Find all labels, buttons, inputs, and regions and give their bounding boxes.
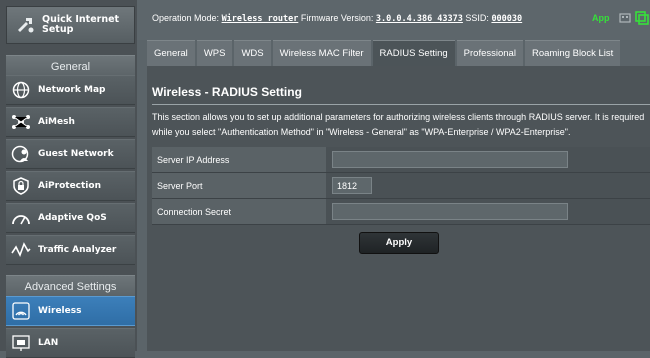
ssid-link[interactable]: 000030: [491, 14, 522, 24]
tab-wds[interactable]: WDS: [234, 40, 271, 66]
sidebar: Quick Internet Setup General Network Map…: [0, 0, 137, 358]
tab-bar: General WPS WDS Wireless MAC Filter RADI…: [147, 40, 622, 66]
tab-general[interactable]: General: [147, 40, 195, 66]
nav-label: AiProtection: [38, 181, 101, 191]
nav-aimesh[interactable]: AiMesh: [6, 107, 135, 137]
speedometer-icon: [11, 208, 31, 228]
page-title: Wireless - RADIUS Setting: [152, 85, 302, 99]
server-port-field[interactable]: [332, 177, 372, 194]
aimesh-icon: [11, 112, 31, 132]
lan-icon: [11, 333, 31, 353]
tab-radius-setting[interactable]: RADIUS Setting: [372, 40, 455, 66]
nav-aiprotection[interactable]: AiProtection: [6, 171, 135, 201]
copy-icon[interactable]: [635, 11, 649, 30]
quick-internet-setup-button[interactable]: Quick Internet Setup: [6, 6, 135, 44]
tab-professional[interactable]: Professional: [456, 40, 523, 66]
server-ip-label: Server IP Address: [152, 147, 326, 172]
radius-settings-panel: Wireless - RADIUS Setting This section a…: [147, 66, 650, 351]
traffic-analyzer-icon: [11, 240, 31, 260]
table-row: Server Port: [152, 173, 650, 199]
nav-label: Traffic Analyzer: [38, 245, 117, 255]
usb-icon[interactable]: [618, 11, 632, 30]
lock-shield-icon: [11, 176, 31, 196]
tab-wireless-mac-filter[interactable]: Wireless MAC Filter: [272, 40, 371, 66]
nav-network-map[interactable]: Network Map: [6, 75, 135, 105]
table-row: Server IP Address: [152, 147, 650, 173]
firmware-version-link[interactable]: 3.0.0.4.386_43373: [376, 14, 463, 24]
table-row: Connection Secret: [152, 199, 650, 225]
nav-label: Wireless: [38, 306, 82, 316]
nav-label: AiMesh: [38, 117, 75, 127]
section-description: This section allows you to set up additi…: [152, 112, 645, 137]
connection-secret-field[interactable]: [332, 203, 568, 220]
radius-settings-table: Server IP Address Server Port Connection…: [152, 147, 650, 225]
general-section-header: General: [6, 55, 135, 77]
quick-setup-label: Quick Internet Setup: [42, 14, 120, 35]
connection-secret-label: Connection Secret: [152, 199, 326, 224]
operation-mode-link[interactable]: Wireless router: [222, 14, 299, 24]
nav-label: LAN: [38, 338, 59, 348]
quick-setup-icon: [14, 14, 36, 36]
status-line: Operation Mode: Wireless router Firmware…: [152, 13, 522, 24]
guest-network-icon: [11, 144, 31, 164]
advanced-settings-header: Advanced Settings: [6, 275, 135, 297]
nav-label: Network Map: [38, 85, 106, 95]
nav-traffic-analyzer[interactable]: Traffic Analyzer: [6, 235, 135, 265]
server-ip-field[interactable]: [332, 151, 568, 168]
tab-wps[interactable]: WPS: [196, 40, 233, 66]
globe-icon: [11, 80, 31, 100]
wifi-icon: [11, 301, 31, 321]
app-link[interactable]: App: [592, 13, 610, 23]
ssid-label: SSID:: [465, 13, 489, 23]
nav-label: Guest Network: [38, 149, 114, 159]
apply-button[interactable]: Apply: [359, 232, 439, 254]
firmware-label: Firmware Version:: [300, 13, 374, 23]
tab-roaming-block-list[interactable]: Roaming Block List: [524, 40, 621, 66]
nav-lan[interactable]: LAN: [6, 328, 135, 358]
nav-guest-network[interactable]: Guest Network: [6, 139, 135, 169]
server-port-label: Server Port: [152, 173, 326, 198]
operation-mode-label: Operation Mode:: [152, 13, 220, 23]
nav-label: Adaptive QoS: [38, 213, 107, 223]
top-status-bar: Operation Mode: Wireless router Firmware…: [137, 0, 650, 40]
title-divider: [152, 104, 650, 105]
nav-adaptive-qos[interactable]: Adaptive QoS: [6, 203, 135, 233]
nav-wireless[interactable]: Wireless: [6, 296, 135, 326]
